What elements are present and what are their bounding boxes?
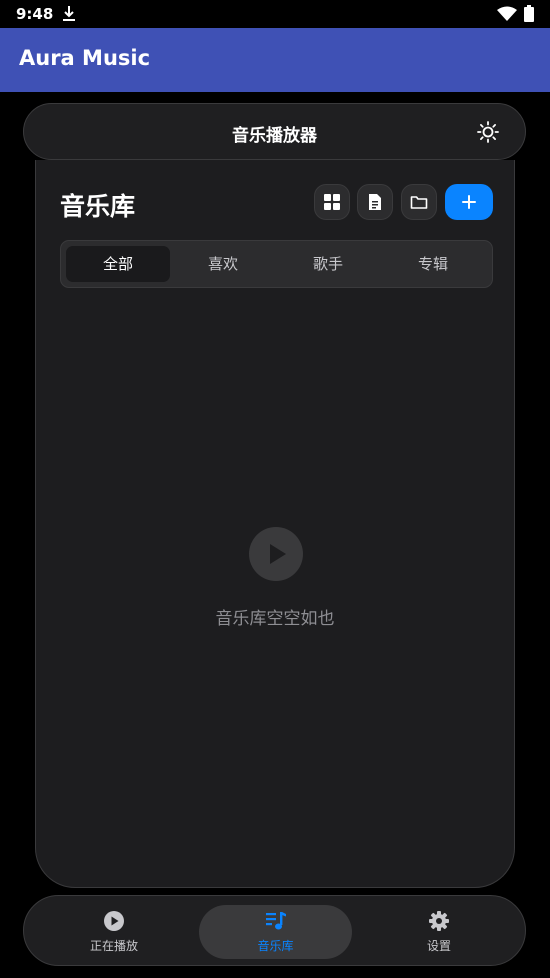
- library-title: 音乐库: [60, 192, 136, 221]
- library-card: 音乐库 全部 喜欢 歌手 专辑 音乐库空空如也: [35, 160, 515, 888]
- empty-state-text: 音乐库空空如也: [215, 609, 335, 629]
- battery-icon: [524, 5, 534, 22]
- status-bar: 9:48: [0, 0, 550, 28]
- empty-state-play-icon: [249, 527, 303, 581]
- library-tabs: 全部 喜欢 歌手 专辑: [60, 240, 493, 288]
- tab-albums[interactable]: 专辑: [381, 246, 485, 282]
- nav-label: 正在播放: [89, 939, 138, 953]
- status-time: 9:48: [16, 5, 54, 23]
- add-button[interactable]: [445, 184, 493, 220]
- wifi-icon: [497, 6, 517, 21]
- download-icon: [63, 6, 75, 21]
- document-icon: [369, 194, 381, 210]
- grid-icon: [324, 194, 340, 210]
- page-title: 音乐播放器: [232, 126, 317, 146]
- sun-icon[interactable]: [477, 121, 499, 143]
- bottom-nav: 正在播放 音乐库 设置: [23, 895, 526, 966]
- app-bar: Aura Music: [0, 28, 550, 92]
- nav-now-playing[interactable]: 正在播放: [64, 906, 164, 958]
- nav-label: 音乐库: [257, 939, 294, 953]
- player-header: 音乐播放器: [23, 103, 526, 160]
- nav-settings[interactable]: 设置: [389, 906, 489, 958]
- grid-view-button[interactable]: [314, 184, 350, 220]
- tab-favorites[interactable]: 喜欢: [171, 246, 275, 282]
- folder-icon: [410, 196, 428, 209]
- app-title: Aura Music: [19, 46, 151, 70]
- import-file-button[interactable]: [357, 184, 393, 220]
- nav-label: 设置: [426, 939, 451, 953]
- music-queue-icon: [265, 912, 286, 930]
- import-folder-button[interactable]: [401, 184, 437, 220]
- play-circle-icon: [104, 911, 124, 931]
- plus-icon: [462, 195, 476, 209]
- tab-all[interactable]: 全部: [66, 246, 170, 282]
- gear-icon: [429, 911, 449, 931]
- nav-library[interactable]: 音乐库: [199, 905, 352, 959]
- tab-artists[interactable]: 歌手: [276, 246, 380, 282]
